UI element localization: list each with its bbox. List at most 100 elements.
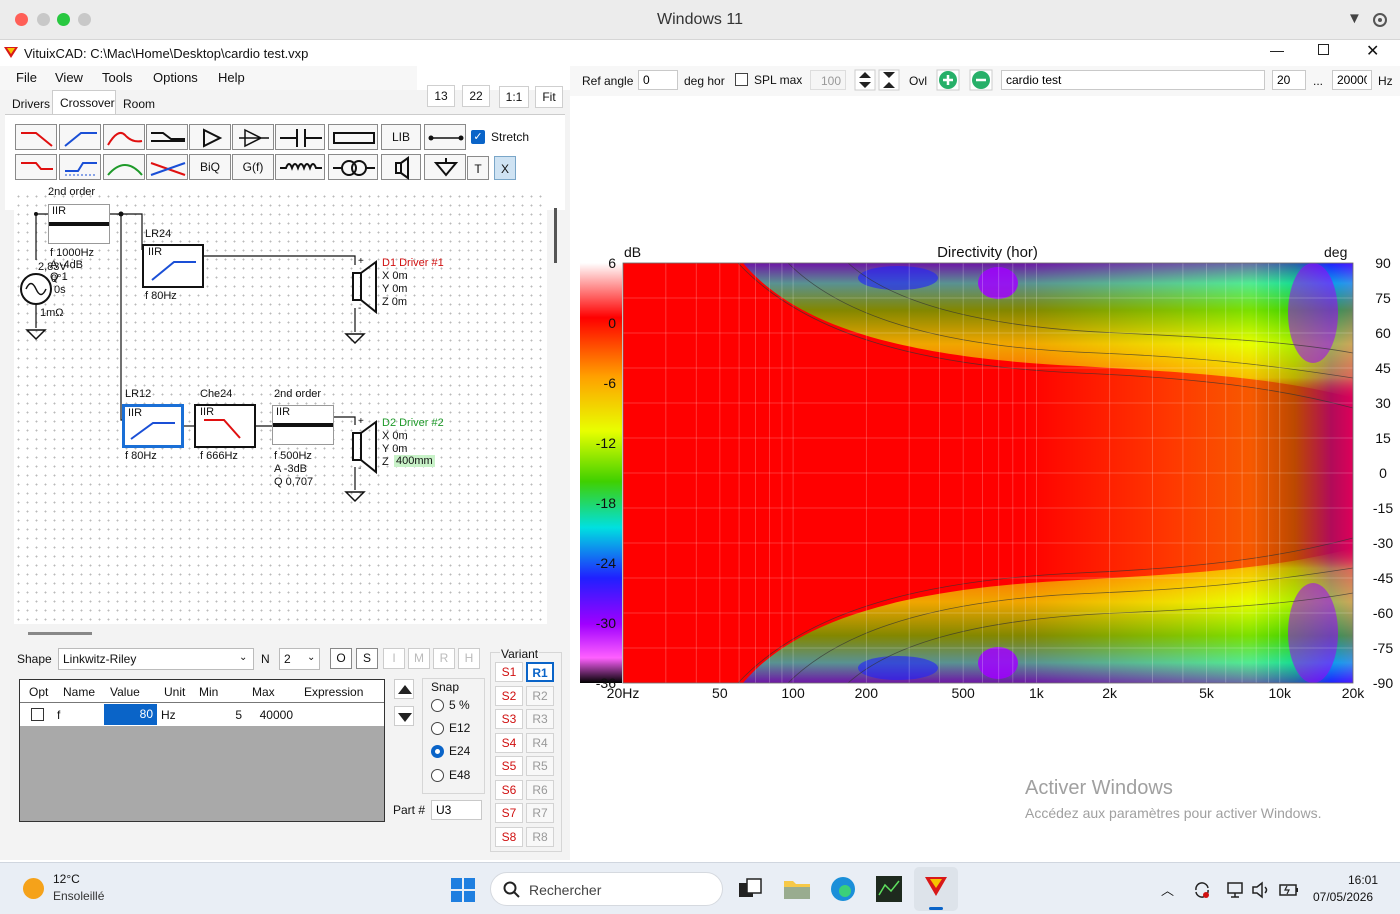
overlay-name-input[interactable] <box>1001 70 1265 90</box>
tab-drivers[interactable]: Drivers <box>12 97 50 111</box>
opt-checkbox[interactable] <box>31 708 44 721</box>
windows-start-icon[interactable] <box>450 877 476 903</box>
row-min[interactable]: 5 <box>192 708 242 722</box>
mode-r-button[interactable]: R <box>433 648 455 669</box>
battery-icon[interactable] <box>1278 880 1300 900</box>
menu-tools[interactable]: Tools <box>102 70 132 85</box>
stretch-checkbox[interactable]: ✓ <box>471 130 485 144</box>
block2-filter[interactable]: IIR <box>142 244 204 288</box>
block4-filter[interactable]: IIR <box>194 404 256 448</box>
variant-s2-button[interactable]: S2 <box>495 685 523 706</box>
clock-time[interactable]: 16:01 <box>1348 873 1378 887</box>
gf-tool[interactable]: G(f) <box>232 154 274 180</box>
mode-m-button[interactable]: M <box>408 648 430 669</box>
move-down-button[interactable] <box>394 706 414 726</box>
schematic-canvas[interactable]: 2,83V 0° 0s 1mΩ 2nd order IIR f 1000Hz A… <box>14 186 557 624</box>
variant-r1-button[interactable]: R1 <box>526 662 554 682</box>
splitter-handle[interactable] <box>28 632 92 635</box>
variant-s4-button[interactable]: S4 <box>495 732 523 753</box>
menu-file[interactable]: File <box>16 70 37 85</box>
variant-r6-button[interactable]: R6 <box>526 779 554 800</box>
range-shrink-icon[interactable] <box>878 69 900 91</box>
variant-r4-button[interactable]: R4 <box>526 732 554 753</box>
sun-icon[interactable] <box>23 878 44 899</box>
x-tool[interactable]: X <box>494 156 516 180</box>
spl-max-checkbox[interactable] <box>735 73 748 86</box>
weather-status[interactable]: Ensoleillé <box>53 889 104 903</box>
zoom-13-button[interactable]: 13 <box>427 85 455 107</box>
snap-e12-radio[interactable] <box>431 722 444 735</box>
variant-s5-button[interactable]: S5 <box>495 756 523 776</box>
terminal-app-icon[interactable] <box>875 875 903 903</box>
capacitor-tool[interactable] <box>275 124 325 150</box>
variant-r3-button[interactable]: R3 <box>526 709 554 729</box>
mode-o-button[interactable]: O <box>330 648 352 669</box>
directivity-chart[interactable]: 20Hz 50 100 200 500 1k 2k 5k 10k 20k 90 75 60 45 30 15 0… <box>578 98 1397 843</box>
dropdown-icon[interactable]: ▼ <box>1347 10 1362 27</box>
block1-filter[interactable]: IIR <box>48 204 110 244</box>
mode-i-button[interactable]: I <box>383 648 405 669</box>
variant-r8-button[interactable]: R8 <box>526 826 554 847</box>
maximize-button[interactable] <box>1318 44 1329 55</box>
zoom-fit-button[interactable]: Fit <box>535 86 563 108</box>
add-overlay-icon[interactable] <box>936 69 960 91</box>
lowpass-filter-tool[interactable] <box>15 124 57 150</box>
taskbar-search-box[interactable]: Rechercher <box>490 872 723 906</box>
freq-max-input[interactable] <box>1332 70 1372 90</box>
variant-s3-button[interactable]: S3 <box>495 709 523 729</box>
volume-icon[interactable] <box>1251 880 1271 900</box>
row-max[interactable]: 40000 <box>248 708 293 722</box>
vituixcad-taskbar-button[interactable] <box>914 867 958 911</box>
wire-tool[interactable] <box>424 124 466 150</box>
lowpass-1st-tool[interactable] <box>15 154 57 180</box>
variant-s1-button[interactable]: S1 <box>495 662 523 682</box>
tab-room[interactable]: Room <box>123 97 155 111</box>
text-tool[interactable]: T <box>467 156 489 180</box>
ref-angle-input[interactable] <box>638 70 678 90</box>
zoom-22-button[interactable]: 22 <box>462 85 490 107</box>
snap-e48-radio[interactable] <box>431 769 444 782</box>
mode-s-button[interactable]: S <box>356 648 378 669</box>
bandpass-filter-tool[interactable] <box>103 124 145 150</box>
table-row[interactable]: f 80 Hz 5 40000 <box>20 703 384 726</box>
variant-s8-button[interactable]: S8 <box>495 826 523 847</box>
clock-date[interactable]: 07/05/2026 <box>1313 890 1373 904</box>
spl-max-value[interactable]: 100 <box>810 70 846 90</box>
variant-r2-button[interactable]: R2 <box>526 685 554 706</box>
menu-view[interactable]: View <box>55 70 83 85</box>
library-tool[interactable]: LIB <box>381 124 421 150</box>
edge-browser-icon[interactable] <box>829 875 857 903</box>
block3-filter-selected[interactable]: IIR <box>122 404 184 448</box>
part-input[interactable] <box>431 800 482 820</box>
menu-help[interactable]: Help <box>218 70 245 85</box>
weather-temp[interactable]: 12°C <box>53 872 80 886</box>
tab-crossover[interactable]: Crossover <box>52 90 116 114</box>
shelf-filter-tool[interactable] <box>146 124 188 150</box>
task-view-icon[interactable] <box>737 877 763 903</box>
network-icon[interactable] <box>1226 880 1246 900</box>
schematic-scrollbar[interactable] <box>554 208 557 263</box>
allpass-filter-tool[interactable] <box>146 154 188 180</box>
transformer-tool[interactable] <box>328 154 378 180</box>
driver1-name[interactable]: D1 Driver #1 <box>382 257 444 269</box>
n-select[interactable]: 2 ⌄ <box>279 648 320 670</box>
file-explorer-icon[interactable] <box>783 877 811 901</box>
ground-tool[interactable] <box>424 154 466 180</box>
minimize-button[interactable]: — <box>1270 42 1284 58</box>
gear-icon[interactable] <box>1370 10 1390 30</box>
variant-r5-button[interactable]: R5 <box>526 756 554 776</box>
block5-filter[interactable]: IIR <box>272 405 334 445</box>
notch-filter-tool[interactable] <box>103 154 145 180</box>
sync-icon[interactable] <box>1192 880 1212 900</box>
amplifier-tool[interactable] <box>189 124 231 150</box>
freq-min-input[interactable] <box>1272 70 1306 90</box>
speaker-tool[interactable] <box>381 154 421 180</box>
close-button[interactable]: ✕ <box>1366 41 1379 61</box>
highpass-1st-tool[interactable] <box>59 154 101 180</box>
biquad-tool[interactable]: BiQ <box>189 154 231 180</box>
highpass-filter-tool[interactable] <box>59 124 101 150</box>
resistor-tool[interactable] <box>328 124 378 150</box>
snap-e24-radio-selected[interactable] <box>431 745 444 758</box>
buffer-tool[interactable] <box>232 124 274 150</box>
driver2-name[interactable]: D2 Driver #2 <box>382 417 444 429</box>
